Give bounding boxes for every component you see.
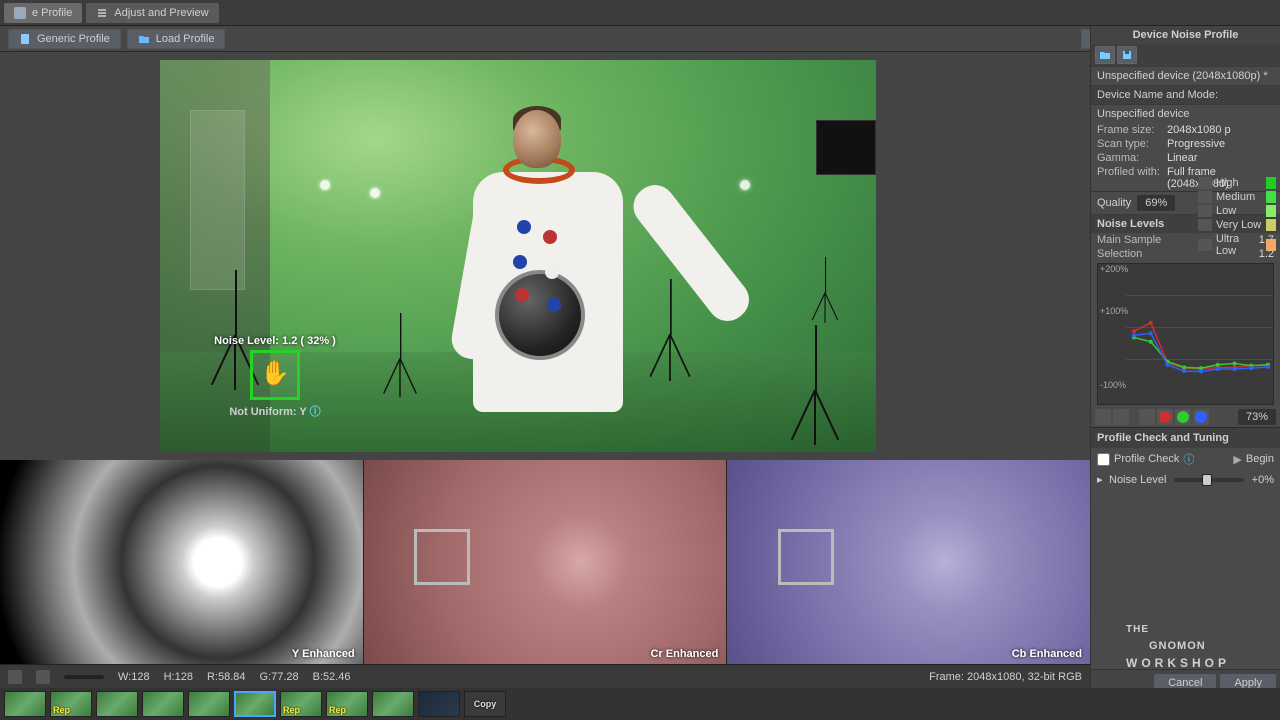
scantype-value: Progressive bbox=[1167, 138, 1274, 150]
channel-cb-toggle[interactable] bbox=[1195, 411, 1207, 423]
hand-cursor-icon: ✋ bbox=[260, 359, 290, 388]
thumb-frame[interactable] bbox=[96, 691, 138, 717]
quality-label: Quality bbox=[1097, 197, 1131, 209]
framesize-value: 2048x1080 p bbox=[1167, 124, 1274, 136]
main-area: Noise Level: 1.2 ( 32% ) ✋ Not Uniform: … bbox=[0, 52, 1090, 664]
button-label: Load Profile bbox=[156, 33, 215, 45]
noiselevel-slider-value: +0% bbox=[1252, 474, 1274, 486]
quality-legend: High Medium Low Very Low Ultra Low bbox=[1198, 176, 1276, 258]
generic-profile-button[interactable]: Generic Profile bbox=[8, 29, 121, 49]
channel-label: Cr Enhanced bbox=[650, 648, 718, 660]
channel-cr-toggle[interactable] bbox=[1177, 411, 1189, 423]
gamma-label: Gamma: bbox=[1097, 152, 1167, 164]
document-icon bbox=[19, 33, 31, 45]
channel-y[interactable]: Y Enhanced bbox=[0, 460, 364, 664]
channel-previews: Y Enhanced Cr Enhanced Cb Enhanced bbox=[0, 460, 1090, 664]
thumb-frame[interactable]: Rep bbox=[326, 691, 368, 717]
tab-label: e Profile bbox=[32, 7, 72, 19]
status-g: G:77.28 bbox=[259, 671, 298, 683]
noise-sample-selection[interactable]: Noise Level: 1.2 ( 32% ) ✋ Not Uniform: … bbox=[165, 335, 385, 419]
thumb-frame[interactable] bbox=[4, 691, 46, 717]
thumb-frame[interactable] bbox=[188, 691, 230, 717]
right-panel: Device Noise Profile Unspecified device … bbox=[1090, 26, 1280, 696]
tab-label: Adjust and Preview bbox=[114, 7, 208, 19]
zoom-tool-icon[interactable] bbox=[36, 670, 50, 684]
thumb-frame[interactable] bbox=[372, 691, 414, 717]
thumb-frame[interactable]: Rep bbox=[50, 691, 92, 717]
top-tabbar: e Profile Adjust and Preview bbox=[0, 0, 1280, 26]
noise-level-label: Noise Level: 1.2 ( 32% ) bbox=[165, 335, 385, 347]
section-device-name: Device Name and Mode: bbox=[1091, 85, 1280, 104]
profile-io-icons bbox=[1091, 44, 1280, 66]
hand-tool-icon[interactable] bbox=[8, 670, 22, 684]
astronaut-subject bbox=[455, 110, 645, 450]
profiledwith-label: Profiled with: bbox=[1097, 166, 1167, 190]
profile-check-checkbox[interactable] bbox=[1097, 453, 1110, 466]
noiselevel-slider-label: Noise Level bbox=[1109, 474, 1166, 486]
noise-chart[interactable]: +200% +100% -100% bbox=[1097, 263, 1274, 405]
tab-device-profile[interactable]: e Profile bbox=[4, 3, 82, 23]
channel-selection-box[interactable] bbox=[778, 529, 834, 585]
chart-zoom-value: 73% bbox=[1238, 409, 1276, 425]
folder-open-icon bbox=[138, 33, 150, 45]
status-w: W:128 bbox=[118, 671, 150, 683]
device-name-value: Unspecified device bbox=[1091, 104, 1280, 123]
chart-mode-1-icon[interactable] bbox=[1095, 409, 1111, 425]
status-bar: W:128 H:128 R:58.84 G:77.28 B:52.46 Fram… bbox=[0, 664, 1090, 688]
section-tuning: Profile Check and Tuning bbox=[1091, 427, 1280, 448]
chart-mode-3-icon[interactable] bbox=[1139, 409, 1155, 425]
monitor-prop bbox=[816, 120, 876, 175]
chart-svg bbox=[1126, 264, 1276, 390]
channel-cb[interactable]: Cb Enhanced bbox=[727, 460, 1090, 664]
not-uniform-label: Not Uniform: Y ⓘ bbox=[165, 403, 385, 419]
tab-adjust-preview[interactable]: Adjust and Preview bbox=[86, 3, 218, 23]
quality-value: 69% bbox=[1137, 195, 1175, 211]
thumb-frame-selected[interactable] bbox=[234, 691, 276, 717]
status-b: B:52.46 bbox=[313, 671, 351, 683]
framesize-label: Frame size: bbox=[1097, 124, 1167, 136]
noiselevel-slider[interactable] bbox=[1174, 478, 1243, 482]
channel-cr[interactable]: Cr Enhanced bbox=[364, 460, 728, 664]
panel-title: Device Noise Profile bbox=[1091, 26, 1280, 44]
status-r: R:58.84 bbox=[207, 671, 246, 683]
chart-toolbar: 73% bbox=[1091, 407, 1280, 427]
mainsample-label: Main Sample bbox=[1097, 234, 1167, 246]
channel-y-toggle[interactable] bbox=[1159, 411, 1171, 423]
open-profile-icon[interactable] bbox=[1095, 46, 1115, 64]
selection-label: Selection bbox=[1097, 248, 1167, 260]
thumbnail-strip: Rep Rep Rep Copy bbox=[0, 688, 1280, 720]
thumb-frame[interactable] bbox=[418, 691, 460, 717]
begin-button[interactable]: Begin bbox=[1246, 453, 1274, 465]
channel-selection-box[interactable] bbox=[414, 529, 470, 585]
preview-viewport[interactable]: Noise Level: 1.2 ( 32% ) ✋ Not Uniform: … bbox=[160, 60, 876, 452]
toolbar: Generic Profile Load Profile Profile Che… bbox=[0, 26, 1280, 52]
expand-icon[interactable]: ▸ bbox=[1097, 473, 1105, 486]
thumb-copy[interactable]: Copy bbox=[464, 691, 506, 717]
device-line: Unspecified device (2048x1080p) * bbox=[1091, 66, 1280, 85]
save-profile-icon[interactable] bbox=[1117, 46, 1137, 64]
status-frame: Frame: 2048x1080, 32-bit RGB bbox=[929, 671, 1082, 683]
thumb-frame[interactable]: Rep bbox=[280, 691, 322, 717]
channel-label: Y Enhanced bbox=[292, 648, 355, 660]
scantype-label: Scan type: bbox=[1097, 138, 1167, 150]
thumb-frame[interactable] bbox=[142, 691, 184, 717]
gamma-value: Linear bbox=[1167, 152, 1274, 164]
zoom-slider[interactable] bbox=[64, 675, 104, 679]
load-profile-button[interactable]: Load Profile bbox=[127, 29, 226, 49]
info-icon[interactable]: ⓘ bbox=[1183, 451, 1194, 467]
status-h: H:128 bbox=[164, 671, 193, 683]
channel-label: Cb Enhanced bbox=[1012, 648, 1082, 660]
sliders-icon bbox=[96, 7, 108, 19]
chart-mode-2-icon[interactable] bbox=[1113, 409, 1129, 425]
selection-rectangle[interactable]: ✋ bbox=[250, 350, 300, 400]
button-label: Generic Profile bbox=[37, 33, 110, 45]
profile-check-label: Profile Check bbox=[1114, 453, 1179, 465]
profile-icon bbox=[14, 7, 26, 19]
